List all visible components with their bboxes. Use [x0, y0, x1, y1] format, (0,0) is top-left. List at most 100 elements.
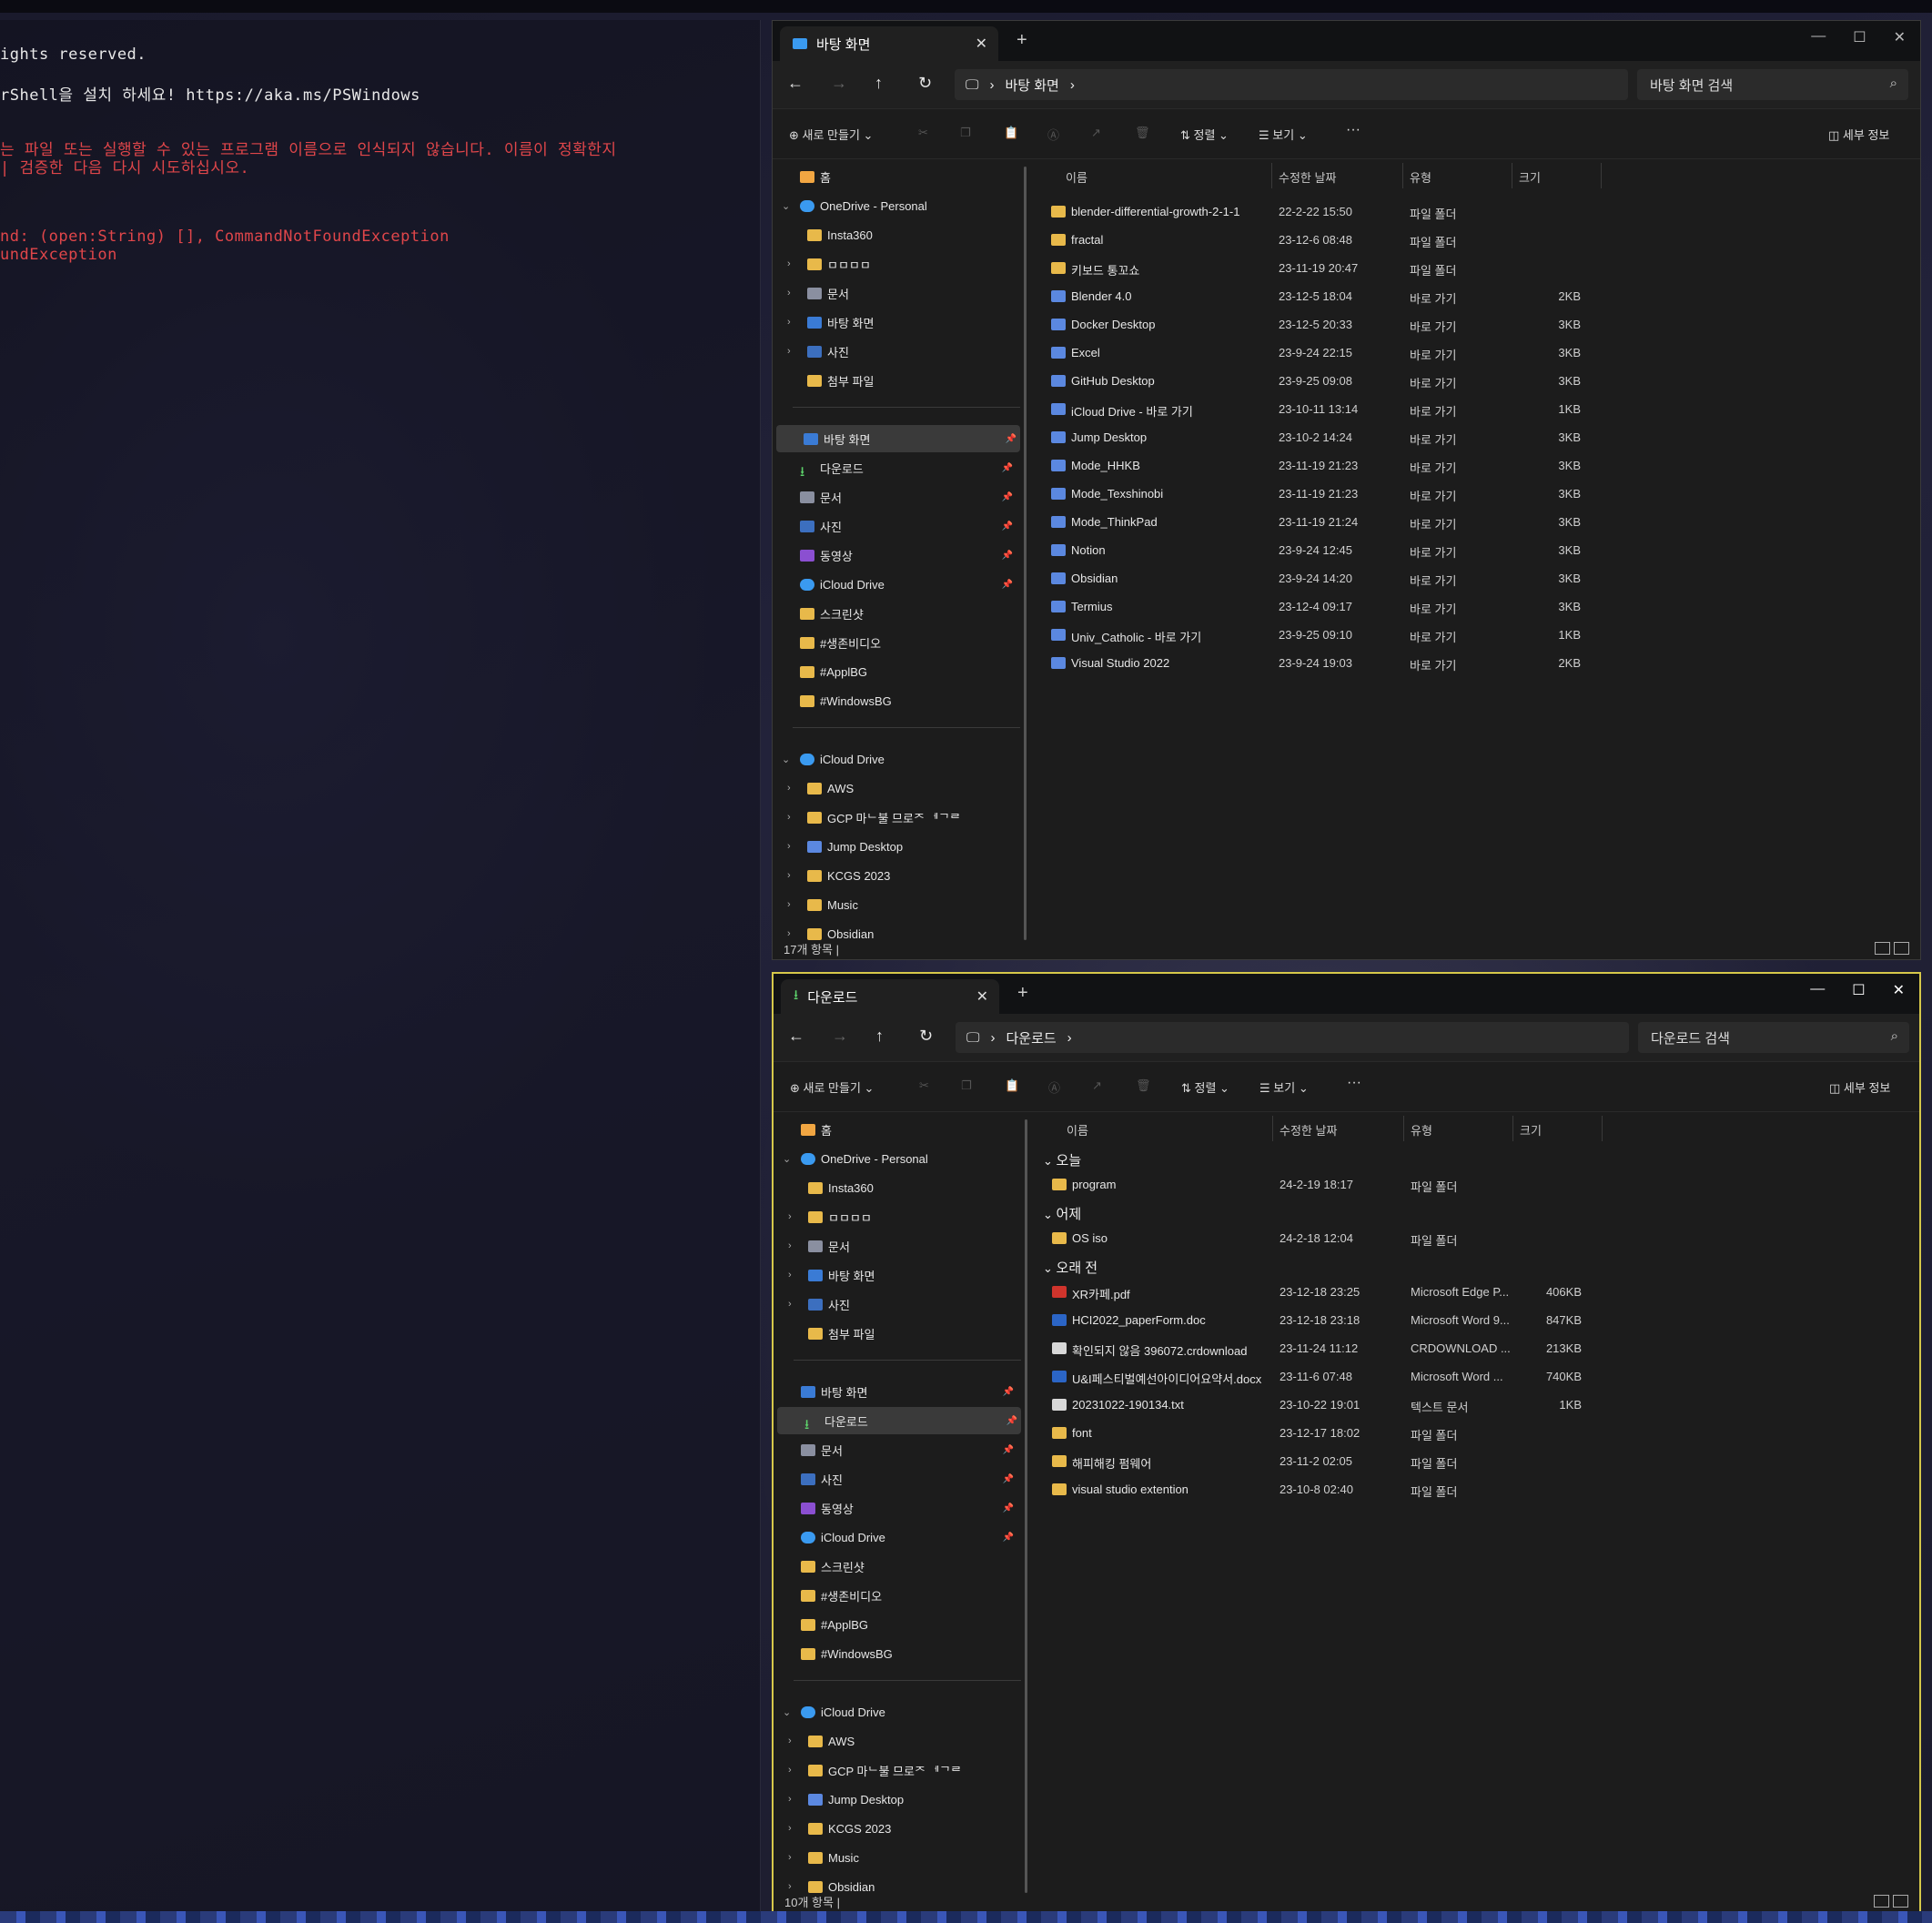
minimize-icon[interactable]: —: [1810, 981, 1825, 999]
sidebar-item[interactable]: 첨부 파일: [774, 1320, 1017, 1347]
sidebar-item[interactable]: › GCP 마ᄂ불 므로ᄌ ᅦᄀᄅ: [773, 804, 1017, 831]
sidebar-item[interactable]: › 사진: [773, 338, 1017, 365]
sidebar-item[interactable]: › Jump Desktop: [773, 833, 1017, 860]
chevron-right-icon[interactable]: ›: [1067, 1030, 1072, 1046]
column-divider[interactable]: [1272, 1116, 1273, 1141]
chevron-down-icon[interactable]: ⌄: [1043, 1261, 1057, 1275]
chevron-down-icon[interactable]: ⌄: [782, 754, 790, 765]
rename-icon[interactable]: Ⓐ: [1048, 1078, 1060, 1096]
sidebar-item[interactable]: › 문서: [774, 1232, 1017, 1260]
close-window-icon[interactable]: ✕: [1894, 28, 1906, 46]
chevron-right-icon[interactable]: ›: [787, 783, 791, 794]
chevron-right-icon[interactable]: ›: [788, 1240, 792, 1251]
new-button[interactable]: ⊕ 새로 만들기 ⌄: [789, 126, 873, 143]
close-tab-icon[interactable]: ✕: [976, 987, 988, 1006]
paste-icon[interactable]: 📋: [1004, 126, 1018, 140]
tiles-view-icon[interactable]: [1893, 1895, 1908, 1908]
chevron-down-icon[interactable]: ⌄: [1043, 1154, 1057, 1168]
file-row[interactable]: Mode_HHKB 23-11-19 21:23 바로 가기 3KB: [1037, 451, 1592, 479]
sidebar-item[interactable]: #WindowsBG: [773, 687, 1017, 714]
back-arrow-icon[interactable]: ←: [788, 1027, 804, 1046]
chevron-right-icon[interactable]: ›: [787, 899, 791, 910]
file-row[interactable]: OS iso 24-2-18 12:04 파일 폴더: [1037, 1224, 1593, 1251]
sidebar-item[interactable]: ⌄ OneDrive - Personal: [773, 192, 1017, 219]
chevron-right-icon[interactable]: ›: [787, 812, 791, 823]
chevron-right-icon[interactable]: ›: [787, 258, 791, 269]
sidebar-item[interactable]: iCloud Drive 📌: [774, 1523, 1017, 1551]
column-divider[interactable]: [1402, 163, 1403, 188]
chevron-down-icon[interactable]: ⌄: [783, 1706, 791, 1718]
up-arrow-icon[interactable]: ↑: [875, 74, 883, 93]
close-tab-icon[interactable]: ✕: [976, 35, 987, 53]
file-row[interactable]: 20231022-190134.txt 23-10-22 19:01 텍스트 문서 1…: [1037, 1391, 1593, 1418]
file-row[interactable]: 해피해킹 펌웨어 23-11-2 02:05 파일 폴더: [1037, 1447, 1593, 1474]
new-button[interactable]: ⊕ 새로 만들기 ⌄: [790, 1078, 874, 1096]
view-button[interactable]: ☰ 보기 ⌄: [1259, 126, 1308, 143]
sidebar-item[interactable]: › Jump Desktop: [774, 1786, 1017, 1813]
minimize-icon[interactable]: —: [1811, 28, 1826, 46]
chevron-down-icon[interactable]: ⌄: [1043, 1208, 1057, 1221]
more-options-button[interactable]: ···: [1346, 122, 1360, 138]
new-tab-button[interactable]: +: [1017, 983, 1028, 1004]
sidebar-item[interactable]: › ㅁㅁㅁㅁ: [773, 250, 1017, 278]
sidebar-item[interactable]: › 바탕 화면: [773, 309, 1017, 336]
chevron-right-icon[interactable]: ›: [788, 1765, 792, 1776]
details-view-icon[interactable]: [1875, 942, 1890, 955]
sidebar-item[interactable]: 바탕 화면 📌: [774, 1378, 1017, 1405]
up-arrow-icon[interactable]: ↑: [875, 1027, 884, 1046]
chevron-right-icon[interactable]: ›: [787, 346, 791, 357]
cut-icon[interactable]: ✂: [919, 1078, 929, 1093]
column-name[interactable]: 이름: [1067, 1121, 1088, 1139]
sidebar-item[interactable]: ⭳ 다운로드 📌: [773, 454, 1017, 481]
file-row[interactable]: blender-differential-growth-2-1-1 22-2-22…: [1037, 197, 1592, 225]
details-pane-button[interactable]: ◫ 세부 정보: [1829, 1078, 1890, 1096]
file-row[interactable]: Termius 23-12-4 09:17 바로 가기 3KB: [1037, 592, 1592, 620]
sidebar-item[interactable]: › KCGS 2023: [773, 862, 1017, 889]
rename-icon[interactable]: Ⓐ: [1047, 126, 1059, 143]
breadcrumb[interactable]: 바탕 화면: [1005, 76, 1058, 95]
sidebar-item[interactable]: Insta360: [774, 1174, 1017, 1201]
details-view-icon[interactable]: [1874, 1895, 1889, 1908]
file-row[interactable]: font 23-12-17 18:02 파일 폴더: [1037, 1419, 1593, 1446]
file-row[interactable]: 키보드 통꼬쇼 23-11-19 20:47 파일 폴더: [1037, 254, 1592, 281]
sidebar-item[interactable]: 홈: [773, 163, 1017, 190]
sidebar-item[interactable]: 문서 📌: [773, 483, 1017, 511]
sidebar-item[interactable]: › KCGS 2023: [774, 1815, 1017, 1842]
sidebar-item[interactable]: ⌄ iCloud Drive: [774, 1698, 1017, 1726]
view-toggle[interactable]: [1875, 942, 1909, 956]
file-row[interactable]: Blender 4.0 23-12-5 18:04 바로 가기 2KB: [1037, 282, 1592, 309]
forward-arrow-icon[interactable]: →: [831, 74, 847, 93]
group-header[interactable]: ⌄ 어제: [1043, 1204, 1081, 1223]
delete-icon[interactable]: 🗑: [1136, 1078, 1151, 1093]
address-bar[interactable]: 🖵 › 바탕 화면 ›: [955, 69, 1628, 100]
forward-arrow-icon[interactable]: →: [832, 1027, 848, 1046]
chevron-down-icon[interactable]: ⌄: [783, 1153, 791, 1165]
group-header[interactable]: ⌄ 오래 전: [1043, 1258, 1097, 1277]
tab-desktop[interactable]: 바탕 화면 ✕: [780, 26, 998, 61]
sidebar-item[interactable]: › AWS: [773, 774, 1017, 802]
chevron-right-icon[interactable]: ›: [788, 1211, 792, 1222]
file-row[interactable]: Excel 23-9-24 22:15 바로 가기 3KB: [1037, 339, 1592, 366]
more-options-button[interactable]: ···: [1347, 1075, 1361, 1091]
file-row[interactable]: iCloud Drive - 바로 가기 23-10-11 13:14 바로 가기 1…: [1037, 395, 1592, 422]
sidebar-item[interactable]: 스크린샷: [773, 600, 1017, 627]
column-modified[interactable]: 수정한 날짜: [1279, 168, 1336, 186]
terminal-window[interactable]: ights reserved. rShell을 설치 하세요! https://…: [0, 20, 761, 1911]
chevron-right-icon[interactable]: ›: [788, 1881, 792, 1892]
sidebar-item[interactable]: 바탕 화면 📌: [776, 425, 1020, 452]
file-row[interactable]: Obsidian 23-9-24 14:20 바로 가기 3KB: [1037, 564, 1592, 592]
sidebar-item[interactable]: › Music: [773, 891, 1017, 918]
chevron-right-icon[interactable]: ›: [788, 1794, 792, 1805]
sidebar-item[interactable]: #생존비디오: [774, 1582, 1017, 1609]
sidebar-item[interactable]: #ApplBG: [774, 1611, 1017, 1638]
sidebar-item[interactable]: 동영상 📌: [774, 1494, 1017, 1522]
file-row[interactable]: visual studio extention 23-10-8 02:40 파일 폴…: [1037, 1475, 1593, 1503]
delete-icon[interactable]: 🗑: [1135, 126, 1150, 140]
copy-icon[interactable]: ❐: [961, 1078, 972, 1093]
chevron-right-icon[interactable]: ›: [787, 841, 791, 852]
sidebar-item[interactable]: 사진 📌: [773, 512, 1017, 540]
chevron-right-icon[interactable]: ›: [787, 870, 791, 881]
file-row[interactable]: U&I페스티벌예선아이디어요약서.docx 23-11-6 07:48 Micros…: [1037, 1362, 1593, 1390]
breadcrumb[interactable]: 다운로드: [1006, 1028, 1056, 1048]
file-row[interactable]: Univ_Catholic - 바로 가기 23-9-25 09:10 바로 가기 1…: [1037, 621, 1592, 648]
